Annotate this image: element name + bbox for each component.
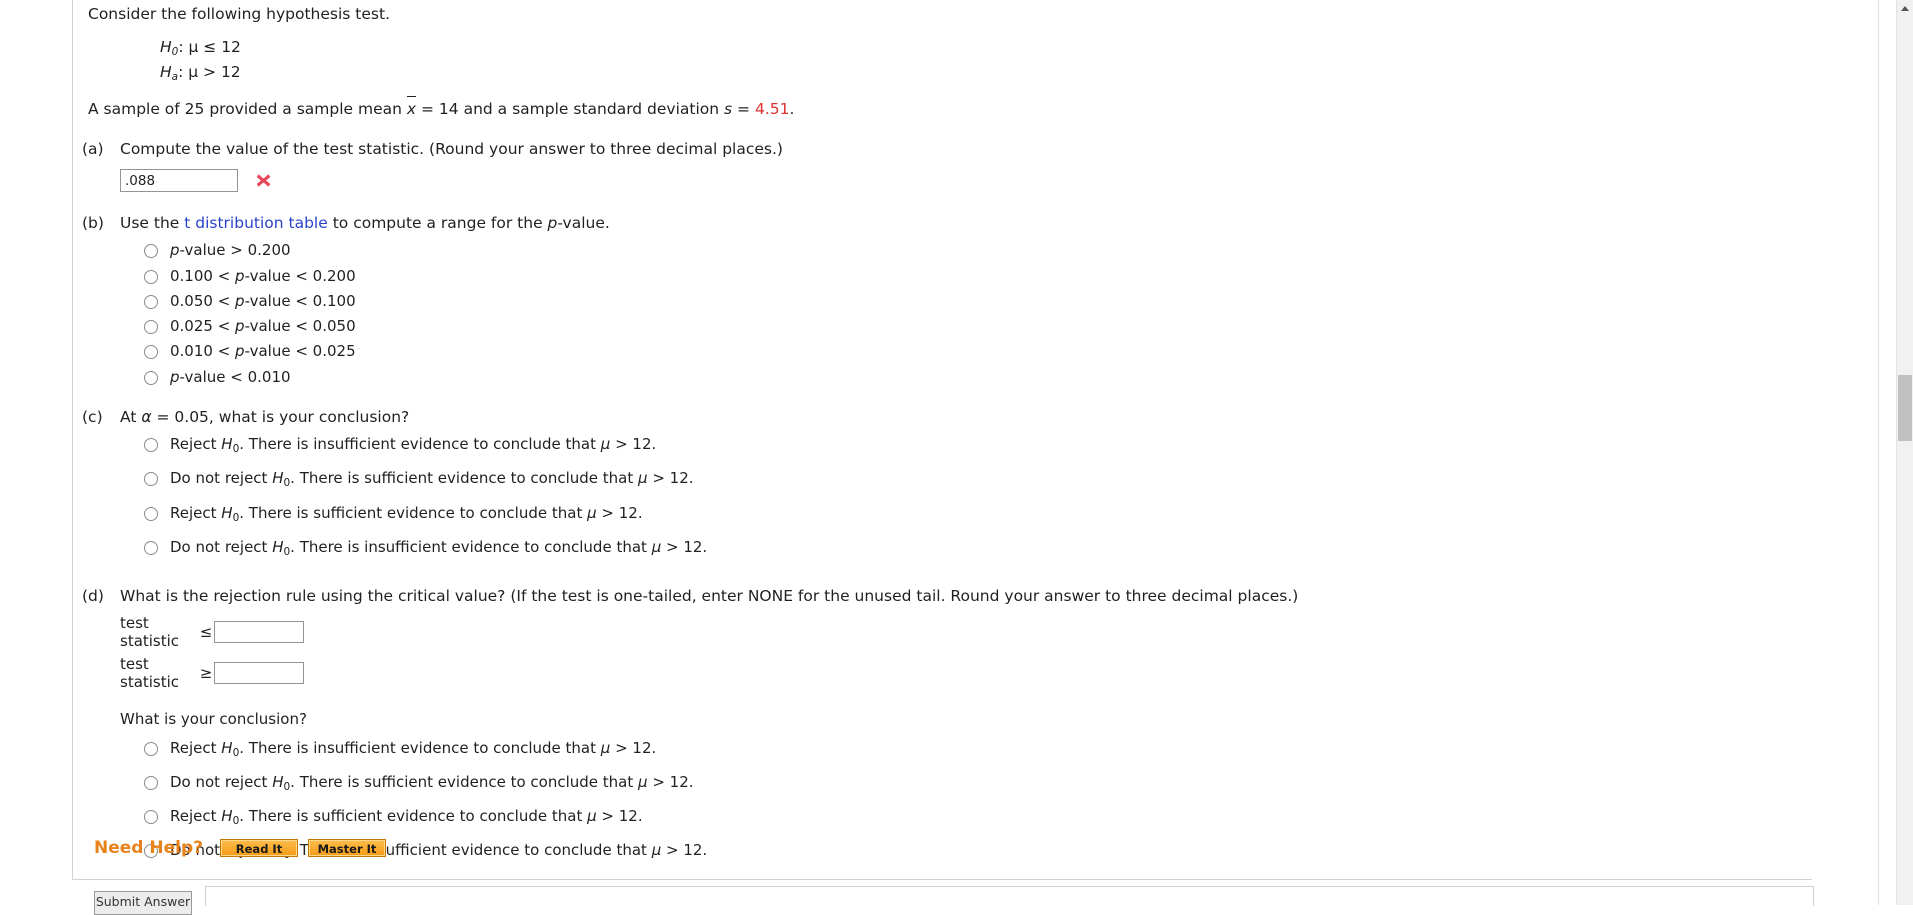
footer-panel: [205, 886, 1814, 906]
part-a: (a) Compute the value of the test statis…: [82, 140, 1788, 193]
radio-icon[interactable]: [144, 438, 158, 453]
part-c-options: Reject H0. There is insufficient evidenc…: [144, 435, 1788, 558]
read-it-button[interactable]: Read It: [220, 839, 298, 857]
part-c-option-3[interactable]: Reject H0. There is sufficient evidence …: [144, 504, 1788, 525]
part-d-option-3[interactable]: Reject H0. There is sufficient evidence …: [144, 807, 1788, 828]
part-b-option-2[interactable]: 0.100 < p-value < 0.200: [144, 267, 1788, 286]
hypothesis-null: H0: μ ≤ 12: [160, 38, 241, 58]
footer-divider: [72, 879, 1812, 880]
part-b-option-4[interactable]: 0.025 < p-value < 0.050: [144, 317, 1788, 336]
radio-icon[interactable]: [144, 320, 158, 335]
part-a-question: Compute the value of the test statistic.…: [120, 140, 783, 159]
part-b-option-6[interactable]: p-value < 0.010: [144, 368, 1788, 387]
radio-icon[interactable]: [144, 472, 158, 487]
radio-icon[interactable]: [144, 345, 158, 360]
part-a-answer-row: [120, 169, 1788, 193]
need-help-label: Need Help?: [94, 838, 203, 858]
scroll-up-arrow-icon[interactable]: [1897, 1, 1913, 15]
hypothesis-alt: Ha: μ > 12: [160, 62, 241, 83]
part-c-label: (c): [82, 408, 103, 427]
option-label: Do not reject H0. There is sufficient ev…: [170, 469, 694, 490]
question-content: Consider the following hypothesis test. …: [82, 0, 1788, 875]
radio-icon[interactable]: [144, 244, 158, 259]
part-d: (d) What is the rejection rule using the…: [82, 586, 1788, 862]
part-c-question: At α = 0.05, what is your conclusion?: [120, 408, 410, 427]
part-c-option-4[interactable]: Do not reject H0. There is insufficient …: [144, 538, 1788, 559]
option-label: Do not reject H0. There is insufficient …: [170, 537, 708, 558]
part-c-option-2[interactable]: Do not reject H0. There is sufficient ev…: [144, 469, 1788, 490]
hypothesis-alt-relation: : μ > 12: [178, 62, 241, 81]
sample-statement: A sample of 25 provided a sample mean x …: [88, 95, 1788, 119]
problem-intro: Consider the following hypothesis test.: [88, 5, 390, 23]
need-help-section: Need Help? Read It Master It: [94, 838, 396, 858]
part-d-label: (d): [82, 586, 104, 605]
content-left-divider: [72, 0, 73, 880]
part-b-label: (b): [82, 214, 104, 233]
part-b-option-5[interactable]: 0.010 < p-value < 0.025: [144, 342, 1788, 361]
part-a-label: (a): [82, 140, 104, 159]
critical-upper-label: test statistic: [120, 654, 180, 691]
part-b-option-3[interactable]: 0.050 < p-value < 0.100: [144, 292, 1788, 311]
part-d-option-2[interactable]: Do not reject H0. There is sufficient ev…: [144, 773, 1788, 794]
scrollbar-thumb[interactable]: [1898, 375, 1912, 441]
option-label: 0.010 < p-value < 0.025: [170, 342, 356, 361]
option-label: p-value < 0.010: [170, 367, 291, 386]
radio-icon[interactable]: [144, 741, 158, 756]
part-c: (c) At α = 0.05, what is your conclusion…: [82, 408, 1788, 558]
option-label: 0.025 < p-value < 0.050: [170, 317, 356, 336]
option-label: Reject H0. There is insufficient evidenc…: [170, 738, 657, 759]
t-distribution-table-link[interactable]: t distribution table: [184, 214, 328, 232]
option-label: Reject H0. There is sufficient evidence …: [170, 503, 643, 524]
option-label: Do not reject H0. There is sufficient ev…: [170, 772, 694, 793]
less-equal-operator: ≤: [199, 622, 213, 641]
x-bar-symbol: x: [406, 95, 417, 119]
option-label: 0.050 < p-value < 0.100: [170, 291, 356, 310]
sample-statement-equals: =: [732, 100, 755, 119]
sample-std-dev-value: 4.51: [754, 100, 790, 119]
radio-icon[interactable]: [144, 269, 158, 284]
radio-icon[interactable]: [144, 775, 158, 790]
option-label: Reject H0. There is insufficient evidenc…: [170, 435, 657, 456]
critical-value-fields: test statistic ≤ test statistic ≥: [120, 614, 1788, 691]
part-d-question: What is the rejection rule using the cri…: [120, 586, 1299, 605]
option-label: p-value > 0.200: [170, 241, 291, 260]
sample-statement-suffix: .: [789, 100, 795, 119]
part-b-question: Use the t distribution table to compute …: [120, 214, 1788, 232]
vertical-scrollbar[interactable]: [1896, 0, 1913, 905]
critical-value-lower-input[interactable]: [214, 620, 304, 643]
hypothesis-null-relation: : μ ≤ 12: [178, 38, 241, 56]
assignment-page: Consider the following hypothesis test. …: [0, 0, 1913, 915]
page-right-divider: [1878, 0, 1879, 905]
sample-statement-prefix: A sample of 25 provided a sample mean: [88, 100, 407, 119]
radio-icon[interactable]: [144, 506, 158, 521]
part-c-option-1[interactable]: Reject H0. There is insufficient evidenc…: [144, 435, 1788, 456]
master-it-button[interactable]: Master It: [308, 839, 386, 857]
hypotheses-block: H0: μ ≤ 12 Ha: μ > 12: [160, 36, 1788, 85]
submit-answer-button[interactable]: Submit Answer: [94, 891, 192, 915]
option-label: 0.100 < p-value < 0.200: [170, 266, 356, 285]
incorrect-x-icon: [255, 172, 272, 189]
s-symbol: s: [724, 100, 733, 119]
part-b-question-prefix: Use the: [120, 214, 185, 233]
part-b-option-1[interactable]: p-value > 0.200: [144, 241, 1788, 260]
radio-icon[interactable]: [144, 370, 158, 385]
radio-icon[interactable]: [144, 294, 158, 309]
test-statistic-input[interactable]: [120, 169, 238, 193]
radio-icon[interactable]: [144, 809, 158, 824]
critical-lower-label: test statistic: [120, 613, 180, 650]
sample-statement-middle: = 14 and a sample standard deviation: [416, 100, 725, 119]
part-b-question-suffix: to compute a range for the p-value.: [327, 214, 610, 233]
part-b-options: p-value > 0.200 0.100 < p-value < 0.200 …: [144, 241, 1788, 386]
part-b: (b) Use the t distribution table to comp…: [82, 214, 1788, 386]
greater-equal-operator: ≥: [199, 663, 213, 682]
part-d-option-1[interactable]: Reject H0. There is insufficient evidenc…: [144, 739, 1788, 760]
critical-value-upper-input[interactable]: [214, 661, 304, 684]
critical-value-lower-row: test statistic ≤: [120, 614, 1788, 650]
part-d-subquestion: What is your conclusion?: [120, 709, 307, 728]
option-label: Reject H0. There is sufficient evidence …: [170, 806, 643, 827]
radio-icon[interactable]: [144, 540, 158, 555]
critical-value-upper-row: test statistic ≥: [120, 655, 1788, 691]
